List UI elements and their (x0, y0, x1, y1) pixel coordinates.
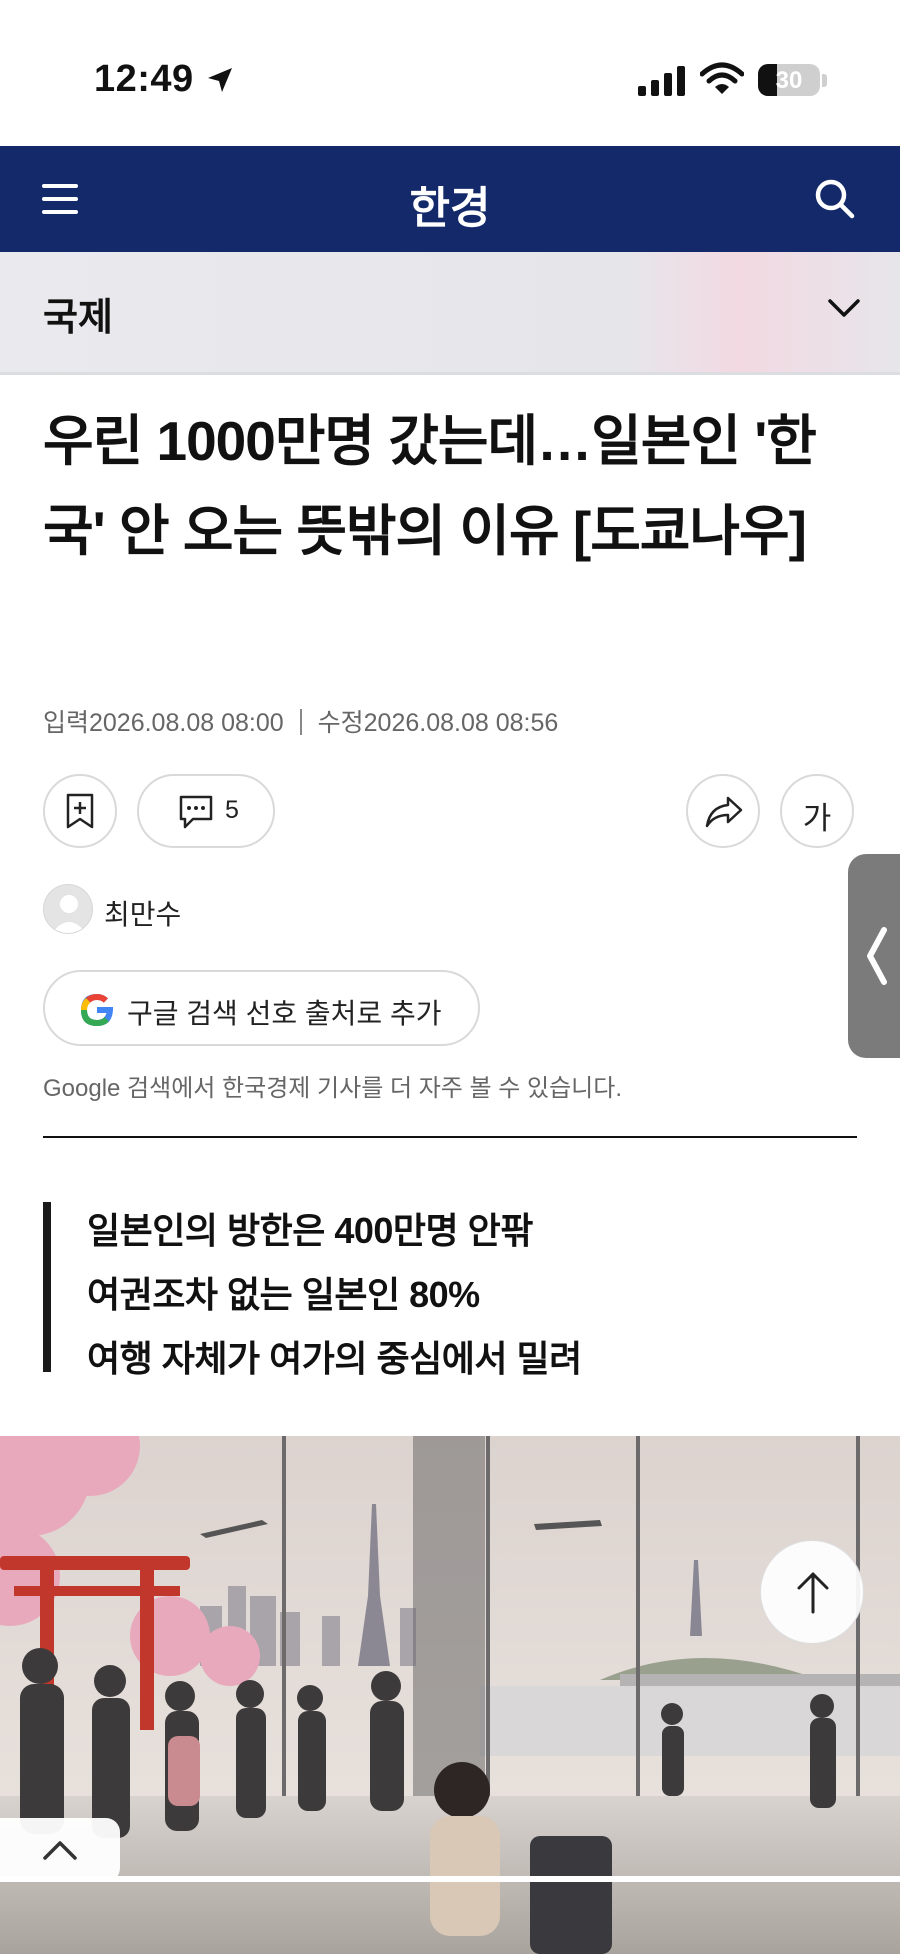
share-button[interactable] (686, 774, 760, 848)
bookmark-add-icon (66, 793, 94, 829)
chevron-up-icon (43, 1841, 77, 1860)
summary-line: 여행 자체가 여가의 중심에서 밀려 (87, 1338, 582, 1379)
top-navigation-bar: 한경 (0, 146, 900, 252)
input-date: 입력2026.08.08 08:00 (43, 709, 284, 737)
bottom-toolbar-toggle[interactable] (0, 1818, 120, 1882)
arrow-up-icon (797, 1572, 829, 1614)
summary-line: 일본인의 방한은 400만명 안팎 (87, 1210, 533, 1251)
location-arrow-icon (208, 68, 232, 92)
font-size-button[interactable]: 가 (780, 774, 854, 848)
person-icon (52, 895, 86, 933)
google-g-icon (81, 994, 113, 1026)
article-summary: 일본인의 방한은 400만명 안팎 여권조차 없는 일본인 80% 여행 자체가… (43, 1202, 851, 1379)
comment-icon (179, 795, 213, 829)
section-header[interactable]: 국제 (0, 252, 900, 375)
site-logo[interactable]: 한경 (0, 172, 900, 236)
status-bar: 12:49 30 (0, 0, 900, 146)
google-button-label: 구글 검색 선호 출처로 추가 (127, 998, 442, 1029)
scroll-to-top-button[interactable] (760, 1540, 864, 1644)
share-icon (705, 796, 743, 828)
author-avatar (43, 884, 93, 934)
font-size-label: 가 (802, 801, 832, 836)
modified-date: 수정2026.08.08 08:56 (317, 709, 559, 737)
bookmark-button[interactable] (43, 774, 117, 848)
side-panel-tab[interactable] (848, 854, 900, 1058)
search-icon[interactable] (814, 178, 856, 220)
google-preferred-source-button[interactable]: 구글 검색 선호 출처로 추가 (43, 970, 480, 1046)
cellular-signal-icon (638, 66, 685, 96)
section-title: 국제 (43, 297, 113, 339)
battery-cap (822, 74, 827, 87)
author-name[interactable]: 최만수 (104, 893, 181, 933)
date-separator (299, 709, 302, 735)
chevron-left-icon (867, 927, 887, 985)
chevron-down-icon[interactable] (828, 298, 860, 318)
article-dates: 입력2026.08.08 08:00 수정2026.08.08 08:56 (43, 703, 558, 739)
summary-line: 여권조차 없는 일본인 80% (87, 1274, 480, 1315)
status-time: 12:49 (94, 58, 194, 100)
divider (43, 1136, 857, 1138)
comment-count: 5 (225, 796, 239, 824)
article-headline: 우린 1000만명 갔는데…일본인 '한국' 안 오는 뜻밖의 이유 [도쿄나우… (43, 410, 817, 562)
comment-button[interactable]: 5 (137, 774, 275, 848)
battery-percent: 30 (775, 67, 803, 94)
google-note: Google 검색에서 한국경제 기사를 더 자주 볼 수 있습니다. (43, 1075, 623, 1102)
wifi-icon (700, 62, 744, 94)
battery-indicator: 30 (758, 64, 820, 96)
bottom-bar-edge (0, 1876, 900, 1882)
